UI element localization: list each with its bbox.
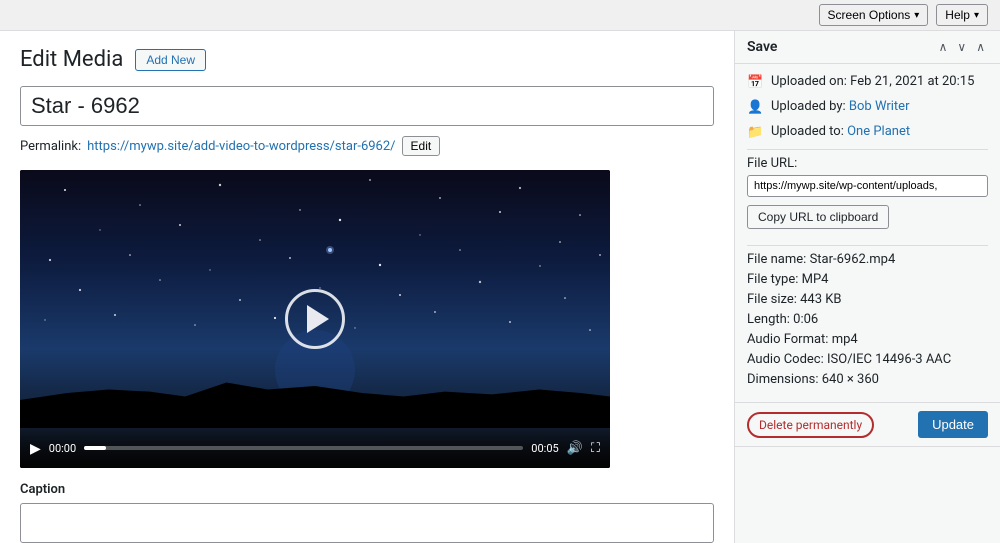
- audio-format-label: Audio Format:: [747, 332, 828, 347]
- page-wrapper: Edit Media Add New Permalink: https://my…: [0, 31, 1000, 543]
- help-button[interactable]: Help ▾: [936, 4, 988, 26]
- permalink-label: Permalink:: [20, 139, 81, 154]
- meta-divider-2: [747, 245, 988, 246]
- metabox-controls: ∧ ∨ ∧: [936, 40, 988, 54]
- volume-icon[interactable]: 🔊: [567, 441, 583, 456]
- file-type-value: MP4: [802, 272, 829, 287]
- user-icon: 👤: [747, 100, 763, 116]
- caption-section: Caption: [20, 482, 714, 543]
- dimensions-value: 640 × 360: [822, 372, 879, 387]
- uploaded-to-text: Uploaded to: One Planet: [771, 124, 910, 139]
- meta-divider-1: [747, 149, 988, 150]
- sidebar: Save ∧ ∨ ∧ 📅 Uploaded on: Feb 21, 2021 a…: [735, 31, 1000, 543]
- uploaded-on-row: 📅 Uploaded on: Feb 21, 2021 at 20:15: [747, 74, 988, 91]
- video-controls: ▶ 00:00 00:05 🔊 ⛶: [20, 428, 610, 468]
- metabox-header: Save ∧ ∨ ∧: [735, 31, 1000, 64]
- screen-options-button[interactable]: Screen Options ▾: [819, 4, 929, 26]
- page-title: Edit Media: [20, 47, 123, 72]
- top-bar: Screen Options ▾ Help ▾: [0, 0, 1000, 31]
- metabox-body: 📅 Uploaded on: Feb 21, 2021 at 20:15 👤 U…: [735, 64, 1000, 402]
- file-size-label: File size:: [747, 292, 797, 307]
- audio-format-row: Audio Format: mp4: [747, 332, 988, 347]
- current-time: 00:00: [49, 442, 76, 455]
- audio-codec-row: Audio Codec: ISO/IEC 14496-3 AAC: [747, 352, 988, 367]
- file-name-value: Star-6962.mp4: [810, 252, 896, 267]
- help-label: Help: [945, 8, 970, 22]
- metabox-footer: Delete permanently Update: [735, 402, 1000, 446]
- audio-codec-value: ISO/IEC 14496-3 AAC: [827, 352, 951, 367]
- file-url-input[interactable]: [747, 175, 988, 197]
- folder-icon: 📁: [747, 125, 763, 141]
- permalink-link[interactable]: https://mywp.site/add-video-to-wordpress…: [87, 139, 395, 154]
- metabox-collapse-button[interactable]: ∧: [936, 40, 951, 54]
- file-size-row: File size: 443 KB: [747, 292, 988, 307]
- main-content: Edit Media Add New Permalink: https://my…: [0, 31, 735, 543]
- caption-label: Caption: [20, 482, 714, 497]
- progress-bar[interactable]: [84, 446, 523, 450]
- metabox-title: Save: [747, 39, 777, 55]
- calendar-icon: 📅: [747, 75, 763, 91]
- screen-options-chevron-icon: ▾: [914, 10, 919, 21]
- audio-codec-label: Audio Codec:: [747, 352, 824, 367]
- file-url-label: File URL:: [747, 156, 988, 171]
- file-type-label: File type:: [747, 272, 798, 287]
- play-button[interactable]: [285, 289, 345, 349]
- update-button[interactable]: Update: [918, 411, 988, 438]
- progress-fill: [84, 446, 106, 450]
- length-value: 0:06: [793, 312, 818, 327]
- permalink-row: Permalink: https://mywp.site/add-video-t…: [20, 136, 714, 156]
- file-size-value: 443 KB: [800, 292, 841, 307]
- file-type-row: File type: MP4: [747, 272, 988, 287]
- permalink-edit-button[interactable]: Edit: [402, 136, 441, 156]
- uploaded-to-label: Uploaded to:: [771, 124, 844, 139]
- copy-url-button[interactable]: Copy URL to clipboard: [747, 205, 889, 229]
- file-name-row: File name: Star-6962.mp4: [747, 252, 988, 267]
- file-url-section: File URL:: [747, 156, 988, 197]
- play-icon: [307, 305, 329, 333]
- uploaded-on-value: Feb 21, 2021 at 20:15: [850, 74, 974, 89]
- save-metabox: Save ∧ ∨ ∧ 📅 Uploaded on: Feb 21, 2021 a…: [735, 31, 1000, 447]
- length-label: Length:: [747, 312, 790, 327]
- uploaded-by-text: Uploaded by: Bob Writer: [771, 99, 909, 114]
- caption-input[interactable]: [20, 503, 714, 543]
- uploaded-by-label: Uploaded by:: [771, 99, 846, 114]
- help-chevron-icon: ▾: [974, 10, 979, 21]
- dimensions-row: Dimensions: 640 × 360: [747, 372, 988, 387]
- length-row: Length: 0:06: [747, 312, 988, 327]
- add-new-button[interactable]: Add New: [135, 49, 206, 71]
- video-background: [20, 170, 610, 468]
- uploaded-to-row: 📁 Uploaded to: One Planet: [747, 124, 988, 141]
- uploaded-on-label: Uploaded on:: [771, 74, 847, 89]
- media-title-input[interactable]: [20, 86, 714, 126]
- dimensions-label: Dimensions:: [747, 372, 819, 387]
- screen-options-label: Screen Options: [828, 8, 911, 22]
- page-header: Edit Media Add New: [20, 47, 714, 72]
- file-name-label: File name:: [747, 252, 806, 267]
- metabox-toggle-button[interactable]: ∧: [973, 40, 988, 54]
- uploaded-to-link[interactable]: One Planet: [847, 124, 910, 139]
- total-time: 00:05: [531, 442, 558, 455]
- uploaded-on-text: Uploaded on: Feb 21, 2021 at 20:15: [771, 74, 974, 89]
- fullscreen-icon[interactable]: ⛶: [591, 441, 600, 456]
- play-pause-button[interactable]: ▶: [30, 440, 41, 457]
- delete-permanently-link[interactable]: Delete permanently: [747, 412, 874, 438]
- video-player: ▶ 00:00 00:05 🔊 ⛶: [20, 170, 610, 468]
- audio-format-value: mp4: [832, 332, 858, 347]
- uploaded-by-row: 👤 Uploaded by: Bob Writer: [747, 99, 988, 116]
- metabox-expand-button[interactable]: ∨: [954, 40, 969, 54]
- uploaded-by-link[interactable]: Bob Writer: [849, 99, 910, 114]
